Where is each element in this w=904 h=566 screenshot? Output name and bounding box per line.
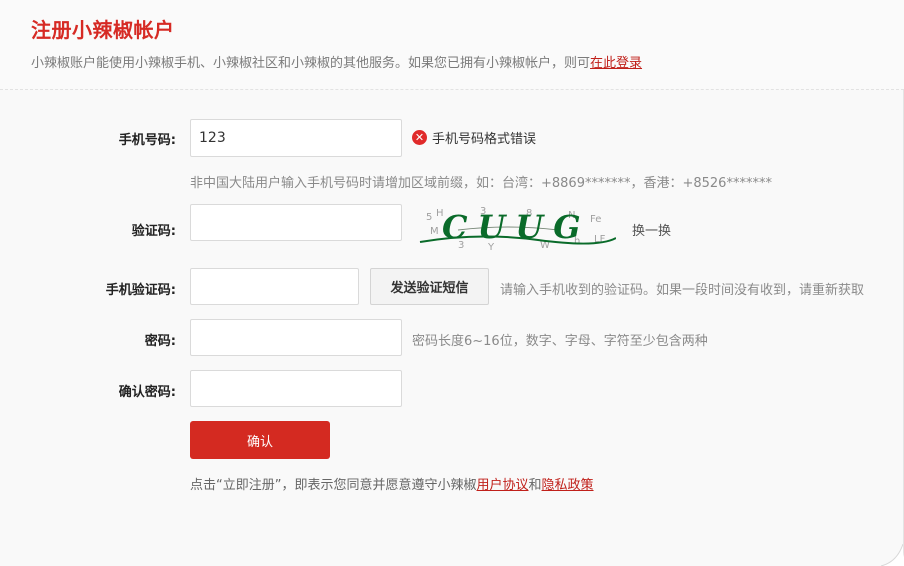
password-label: 密码: <box>144 334 176 349</box>
confirm-button[interactable]: 确认 <box>190 421 330 459</box>
phone-input[interactable]: 123 <box>190 119 402 157</box>
phone-hint: 非中国大陆用户输入手机号码时请增加区域前缀，如：台湾：+8869*******，… <box>190 176 772 191</box>
page-curl-decoration <box>880 544 903 566</box>
confirm-password-label: 确认密码: <box>118 385 176 400</box>
svg-text:Fe: Fe <box>590 214 601 225</box>
register-panel: 注册小辣椒帐户 小辣椒账户能使用小辣椒手机、小辣椒社区和小辣椒的其他服务。如果您… <box>0 0 904 566</box>
sms-code-input[interactable] <box>190 268 359 305</box>
error-icon: ✕ <box>412 130 427 145</box>
send-sms-button[interactable]: 发送验证短信 <box>370 268 489 305</box>
phone-label: 手机号码: <box>118 133 176 148</box>
captcha-image[interactable]: 5 HM 33Y 8 Nh FeLFW CUUG <box>418 204 616 254</box>
svg-text:5: 5 <box>426 212 432 223</box>
svg-text:M: M <box>430 226 439 237</box>
agreement-text: 点击“立即注册”，即表示您同意并愿意遵守小辣椒用户协议和隐私政策 <box>190 474 594 493</box>
privacy-link[interactable]: 隐私政策 <box>542 478 594 493</box>
confirm-password-input[interactable] <box>190 370 402 407</box>
subtitle-text: 小辣椒账户能使用小辣椒手机、小辣椒社区和小辣椒的其他服务。如果您已拥有小辣椒帐户… <box>31 56 591 71</box>
phone-input-value: 123 <box>199 130 226 146</box>
phone-error-text: 手机号码格式错误 <box>432 132 537 147</box>
page-title: 注册小辣椒帐户 <box>31 18 175 42</box>
terms-link[interactable]: 用户协议 <box>476 478 528 493</box>
divider <box>0 89 904 90</box>
refresh-captcha-link[interactable]: 换一换 <box>632 220 671 239</box>
agreement-prefix: 点击“立即注册”，即表示您同意并愿意遵守小辣椒 <box>190 478 477 493</box>
sms-hint: 请输入手机收到的验证码。如果一段时间没有收到，请重新获取 <box>500 283 865 298</box>
captcha-text: CUUG <box>442 208 591 246</box>
captcha-input[interactable] <box>190 204 402 241</box>
agreement-and: 和 <box>528 478 542 493</box>
captcha-label: 验证码: <box>131 224 176 239</box>
phone-error: ✕ 手机号码格式错误 <box>412 128 536 147</box>
password-input[interactable] <box>190 319 402 356</box>
page-subtitle: 小辣椒账户能使用小辣椒手机、小辣椒社区和小辣椒的其他服务。如果您已拥有小辣椒帐户… <box>31 52 642 71</box>
password-hint: 密码长度6~16位，数字、字母、字符至少包含两种 <box>412 334 708 349</box>
sms-label: 手机验证码: <box>105 283 176 298</box>
header: 注册小辣椒帐户 小辣椒账户能使用小辣椒手机、小辣椒社区和小辣椒的其他服务。如果您… <box>0 0 904 90</box>
login-link[interactable]: 在此登录 <box>590 56 642 71</box>
